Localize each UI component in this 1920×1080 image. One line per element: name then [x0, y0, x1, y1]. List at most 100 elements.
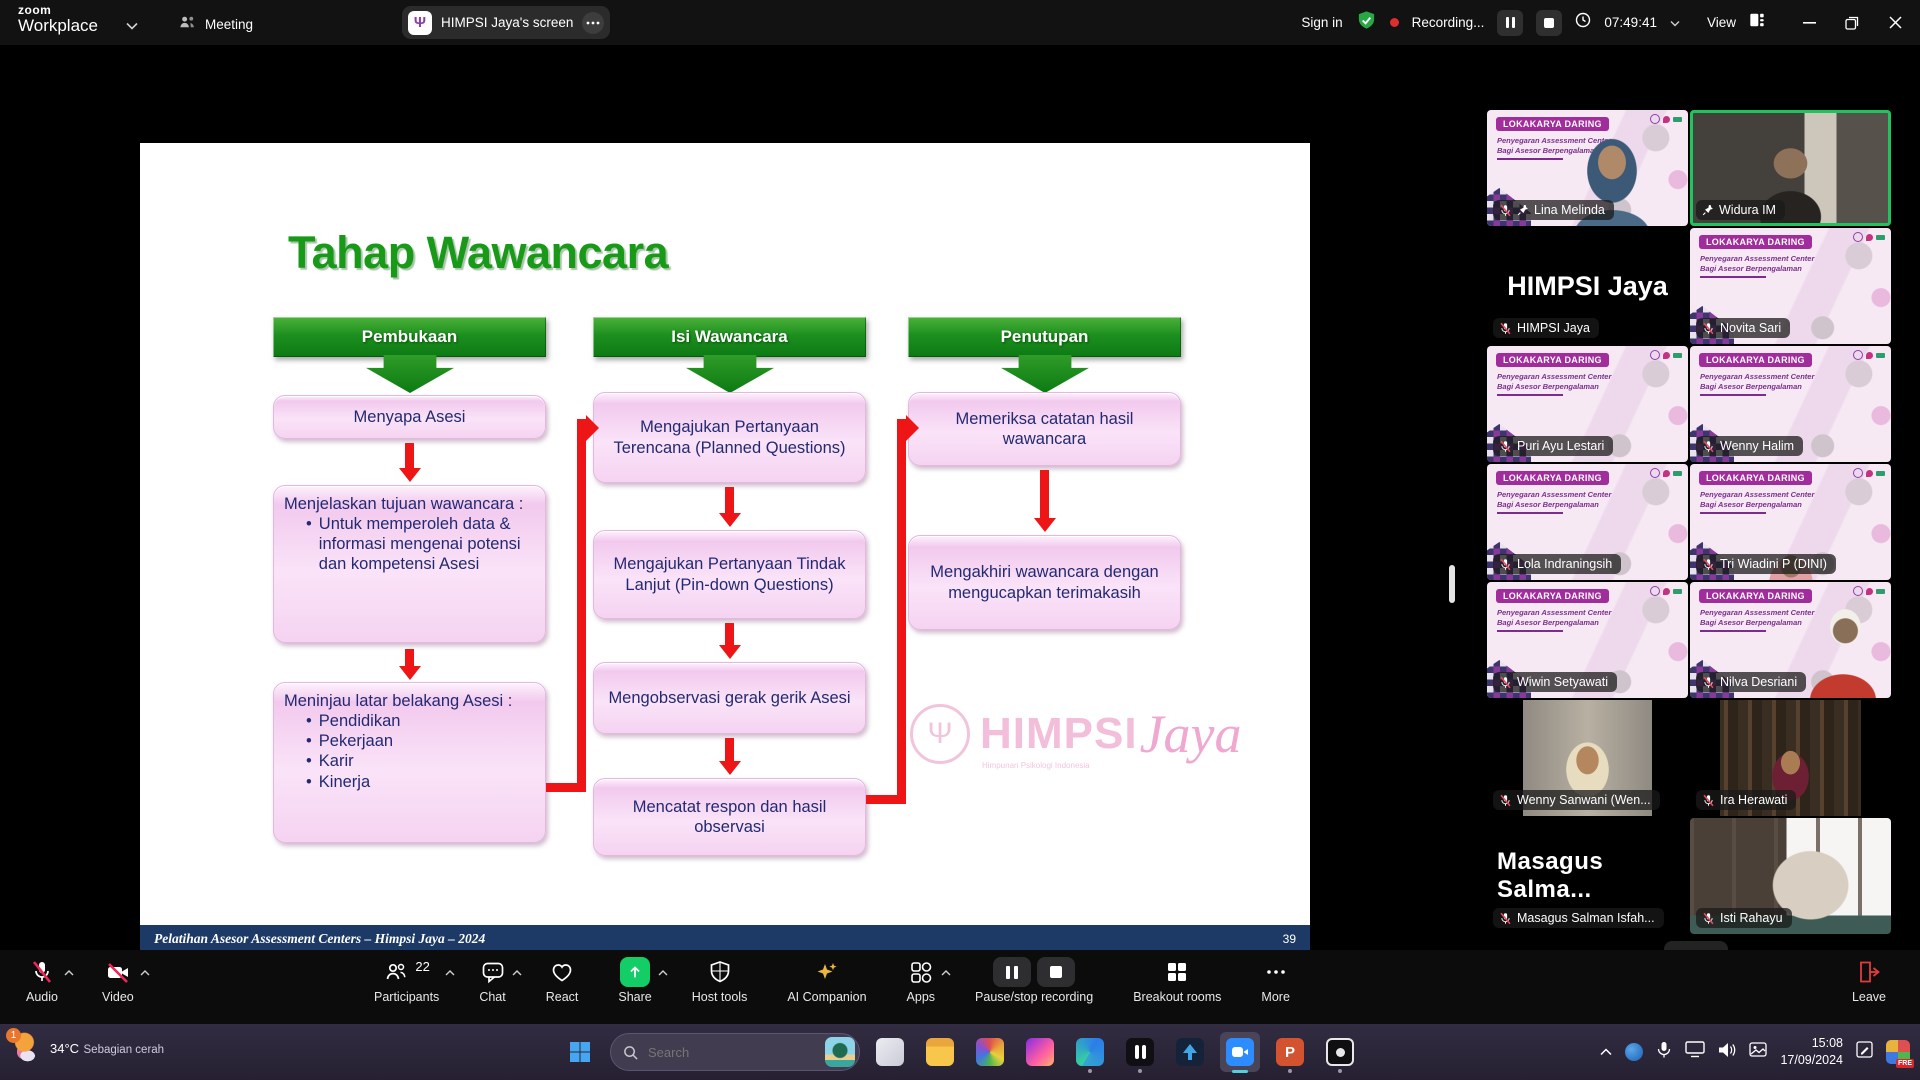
share-screen-icon	[620, 957, 650, 987]
tray-speaker-icon[interactable]	[1718, 1042, 1736, 1063]
mic-muted-icon	[1499, 558, 1512, 571]
audio-button[interactable]: Audio	[26, 950, 58, 1004]
pause-recording-icon[interactable]	[993, 957, 1031, 987]
participant-tile[interactable]: Isti Rahayu	[1690, 818, 1891, 934]
name-tag: Lina Melinda	[1493, 200, 1614, 220]
stop-recording-icon[interactable]	[1037, 957, 1075, 987]
more-options-icon[interactable]	[582, 12, 604, 34]
sign-in-link[interactable]: Sign in	[1301, 15, 1342, 30]
tray-mic-icon[interactable]	[1656, 1041, 1672, 1064]
stop-recording-button[interactable]	[1536, 10, 1562, 36]
recording-dot-icon	[1390, 18, 1399, 27]
chevron-up-icon[interactable]	[64, 965, 74, 979]
chevron-down-icon[interactable]	[126, 17, 138, 35]
flow-box-bullet: Karir	[319, 751, 354, 771]
participant-tile[interactable]: LOKAKARYA DARING Penyegaran Assessment C…	[1690, 346, 1891, 462]
participant-tile-active-speaker[interactable]: Widura IM	[1690, 110, 1891, 226]
security-shield-icon[interactable]	[1356, 10, 1377, 36]
participant-tile[interactable]: LOKAKARYA DARING Penyegaran Assessment C…	[1487, 110, 1688, 226]
taskbar-search[interactable]	[610, 1033, 860, 1071]
meeting-timer: 07:49:41	[1604, 15, 1657, 30]
chevron-up-icon[interactable]	[445, 965, 455, 979]
taskbar-app-edge[interactable]	[1070, 1032, 1110, 1072]
tray-colorful-app-icon[interactable]: FRE	[1886, 1040, 1910, 1064]
brand-workplace: Workplace	[18, 17, 98, 34]
chevron-up-icon[interactable]	[658, 965, 668, 979]
ai-companion-button[interactable]: AI Companion	[787, 950, 866, 1004]
taskbar-app-widgets[interactable]	[870, 1032, 910, 1072]
chevron-up-icon[interactable]	[140, 965, 150, 979]
chevron-up-icon[interactable]	[512, 965, 522, 979]
participant-tile[interactable]: LOKAKARYA DARING Penyegaran Assessment C…	[1690, 582, 1891, 698]
taskbar-app-obs[interactable]	[1320, 1032, 1360, 1072]
flow-box-bullet: Kinerja	[319, 772, 370, 792]
participants-icon	[383, 959, 409, 985]
connector-arrowhead-icon	[586, 415, 599, 441]
more-button[interactable]: More	[1261, 950, 1289, 1004]
taskbar-app-zoom-active[interactable]	[1220, 1032, 1260, 1072]
tab-meeting[interactable]: Meeting	[168, 8, 263, 40]
tray-display-icon[interactable]	[1685, 1041, 1705, 1063]
taskbar-app-dark-tile[interactable]	[1120, 1032, 1160, 1072]
minimize-button[interactable]	[1794, 0, 1824, 45]
title-bar: zoom Workplace Meeting Ψ HIMPSI Jaya's s…	[0, 0, 1920, 45]
share-button[interactable]: Share	[618, 950, 651, 1004]
participant-tile[interactable]: Wenny Sanwani (Wen...	[1487, 700, 1688, 816]
chevron-up-icon[interactable]	[941, 965, 951, 979]
weather-widget[interactable]: 1 34°C Sebagian cerah	[10, 1032, 164, 1066]
react-button[interactable]: React	[546, 950, 579, 1004]
clock-icon	[1575, 12, 1591, 33]
search-input[interactable]	[646, 1044, 817, 1061]
start-button[interactable]	[560, 1032, 600, 1072]
participant-tile[interactable]: LOKAKARYA DARING Penyegaran Assessment C…	[1487, 346, 1688, 462]
pause-recording-button[interactable]	[1497, 10, 1523, 36]
participant-tile[interactable]: LOKAKARYA DARING Penyegaran Assessment C…	[1487, 582, 1688, 698]
taskbar-app-clipchamp[interactable]	[1020, 1032, 1060, 1072]
participants-button[interactable]: 22 Participants	[374, 950, 439, 1004]
participant-tile[interactable]: LOKAKARYA DARING Penyegaran Assessment C…	[1690, 464, 1891, 580]
flow-box: Mengajukan Pertanyaan Terencana (Planned…	[593, 392, 866, 483]
participant-tile[interactable]: LOKAKARYA DARING Penyegaran Assessment C…	[1690, 228, 1891, 344]
name-tag: HIMPSI Jaya	[1493, 318, 1599, 338]
taskbar-app-photos[interactable]	[970, 1032, 1010, 1072]
participants-count: 22	[415, 959, 429, 974]
participant-tile[interactable]: HIMPSI Jaya HIMPSI Jaya	[1487, 228, 1688, 344]
participant-tile[interactable]: LOKAKARYA DARING Penyegaran Assessment C…	[1487, 464, 1688, 580]
taskbar-app-file-explorer[interactable]	[920, 1032, 960, 1072]
timer-chevron-icon[interactable]	[1670, 14, 1680, 32]
tray-clock[interactable]: 15:08 17/09/2024	[1780, 1035, 1843, 1069]
view-layout-icon[interactable]	[1749, 12, 1765, 33]
weather-temperature: 34°C	[50, 1041, 79, 1056]
taskbar-app-store[interactable]	[1170, 1032, 1210, 1072]
tray-pen-icon[interactable]	[1856, 1041, 1873, 1063]
participant-tile[interactable]: Masagus Salma... Masagus Salman Isfah...	[1487, 818, 1688, 934]
red-arrow-icon	[405, 443, 414, 469]
view-button-label[interactable]: View	[1707, 15, 1736, 30]
close-button[interactable]	[1880, 0, 1910, 45]
chat-button[interactable]: Chat	[479, 950, 505, 1004]
restore-button[interactable]	[1837, 0, 1867, 45]
mic-muted-icon	[1702, 440, 1715, 453]
tray-image-icon[interactable]	[1749, 1042, 1767, 1062]
header-penutupan: Penutupan	[908, 317, 1181, 357]
panel-resize-handle[interactable]	[1449, 565, 1455, 603]
video-button[interactable]: Video	[102, 950, 134, 1004]
mic-muted-icon	[1702, 322, 1715, 335]
participant-tile[interactable]: Ira Herawati	[1690, 700, 1891, 816]
leave-button[interactable]: Leave	[1852, 950, 1886, 1004]
vbg-logos	[1853, 350, 1885, 360]
apps-button[interactable]: Apps	[907, 950, 936, 1004]
tray-app-icon[interactable]	[1625, 1043, 1643, 1061]
search-highlight-image[interactable]	[825, 1037, 855, 1067]
red-arrow-icon	[1040, 470, 1049, 519]
watermark-name: HIMPSI	[980, 709, 1138, 759]
pause-stop-recording-button[interactable]: Pause/stop recording	[975, 950, 1093, 1004]
host-tools-button[interactable]: Host tools	[692, 950, 748, 1004]
tab-shared-screen[interactable]: Ψ HIMPSI Jaya's screen	[402, 6, 610, 39]
header-isi-wawancara: Isi Wawancara	[593, 317, 866, 357]
apps-icon	[908, 959, 934, 985]
tray-chevron-up-icon[interactable]	[1600, 1043, 1612, 1061]
breakout-rooms-button[interactable]: Breakout rooms	[1133, 950, 1221, 1004]
taskbar-app-powerpoint[interactable]: P	[1270, 1032, 1310, 1072]
himpsi-avatar-icon: Ψ	[408, 11, 432, 35]
